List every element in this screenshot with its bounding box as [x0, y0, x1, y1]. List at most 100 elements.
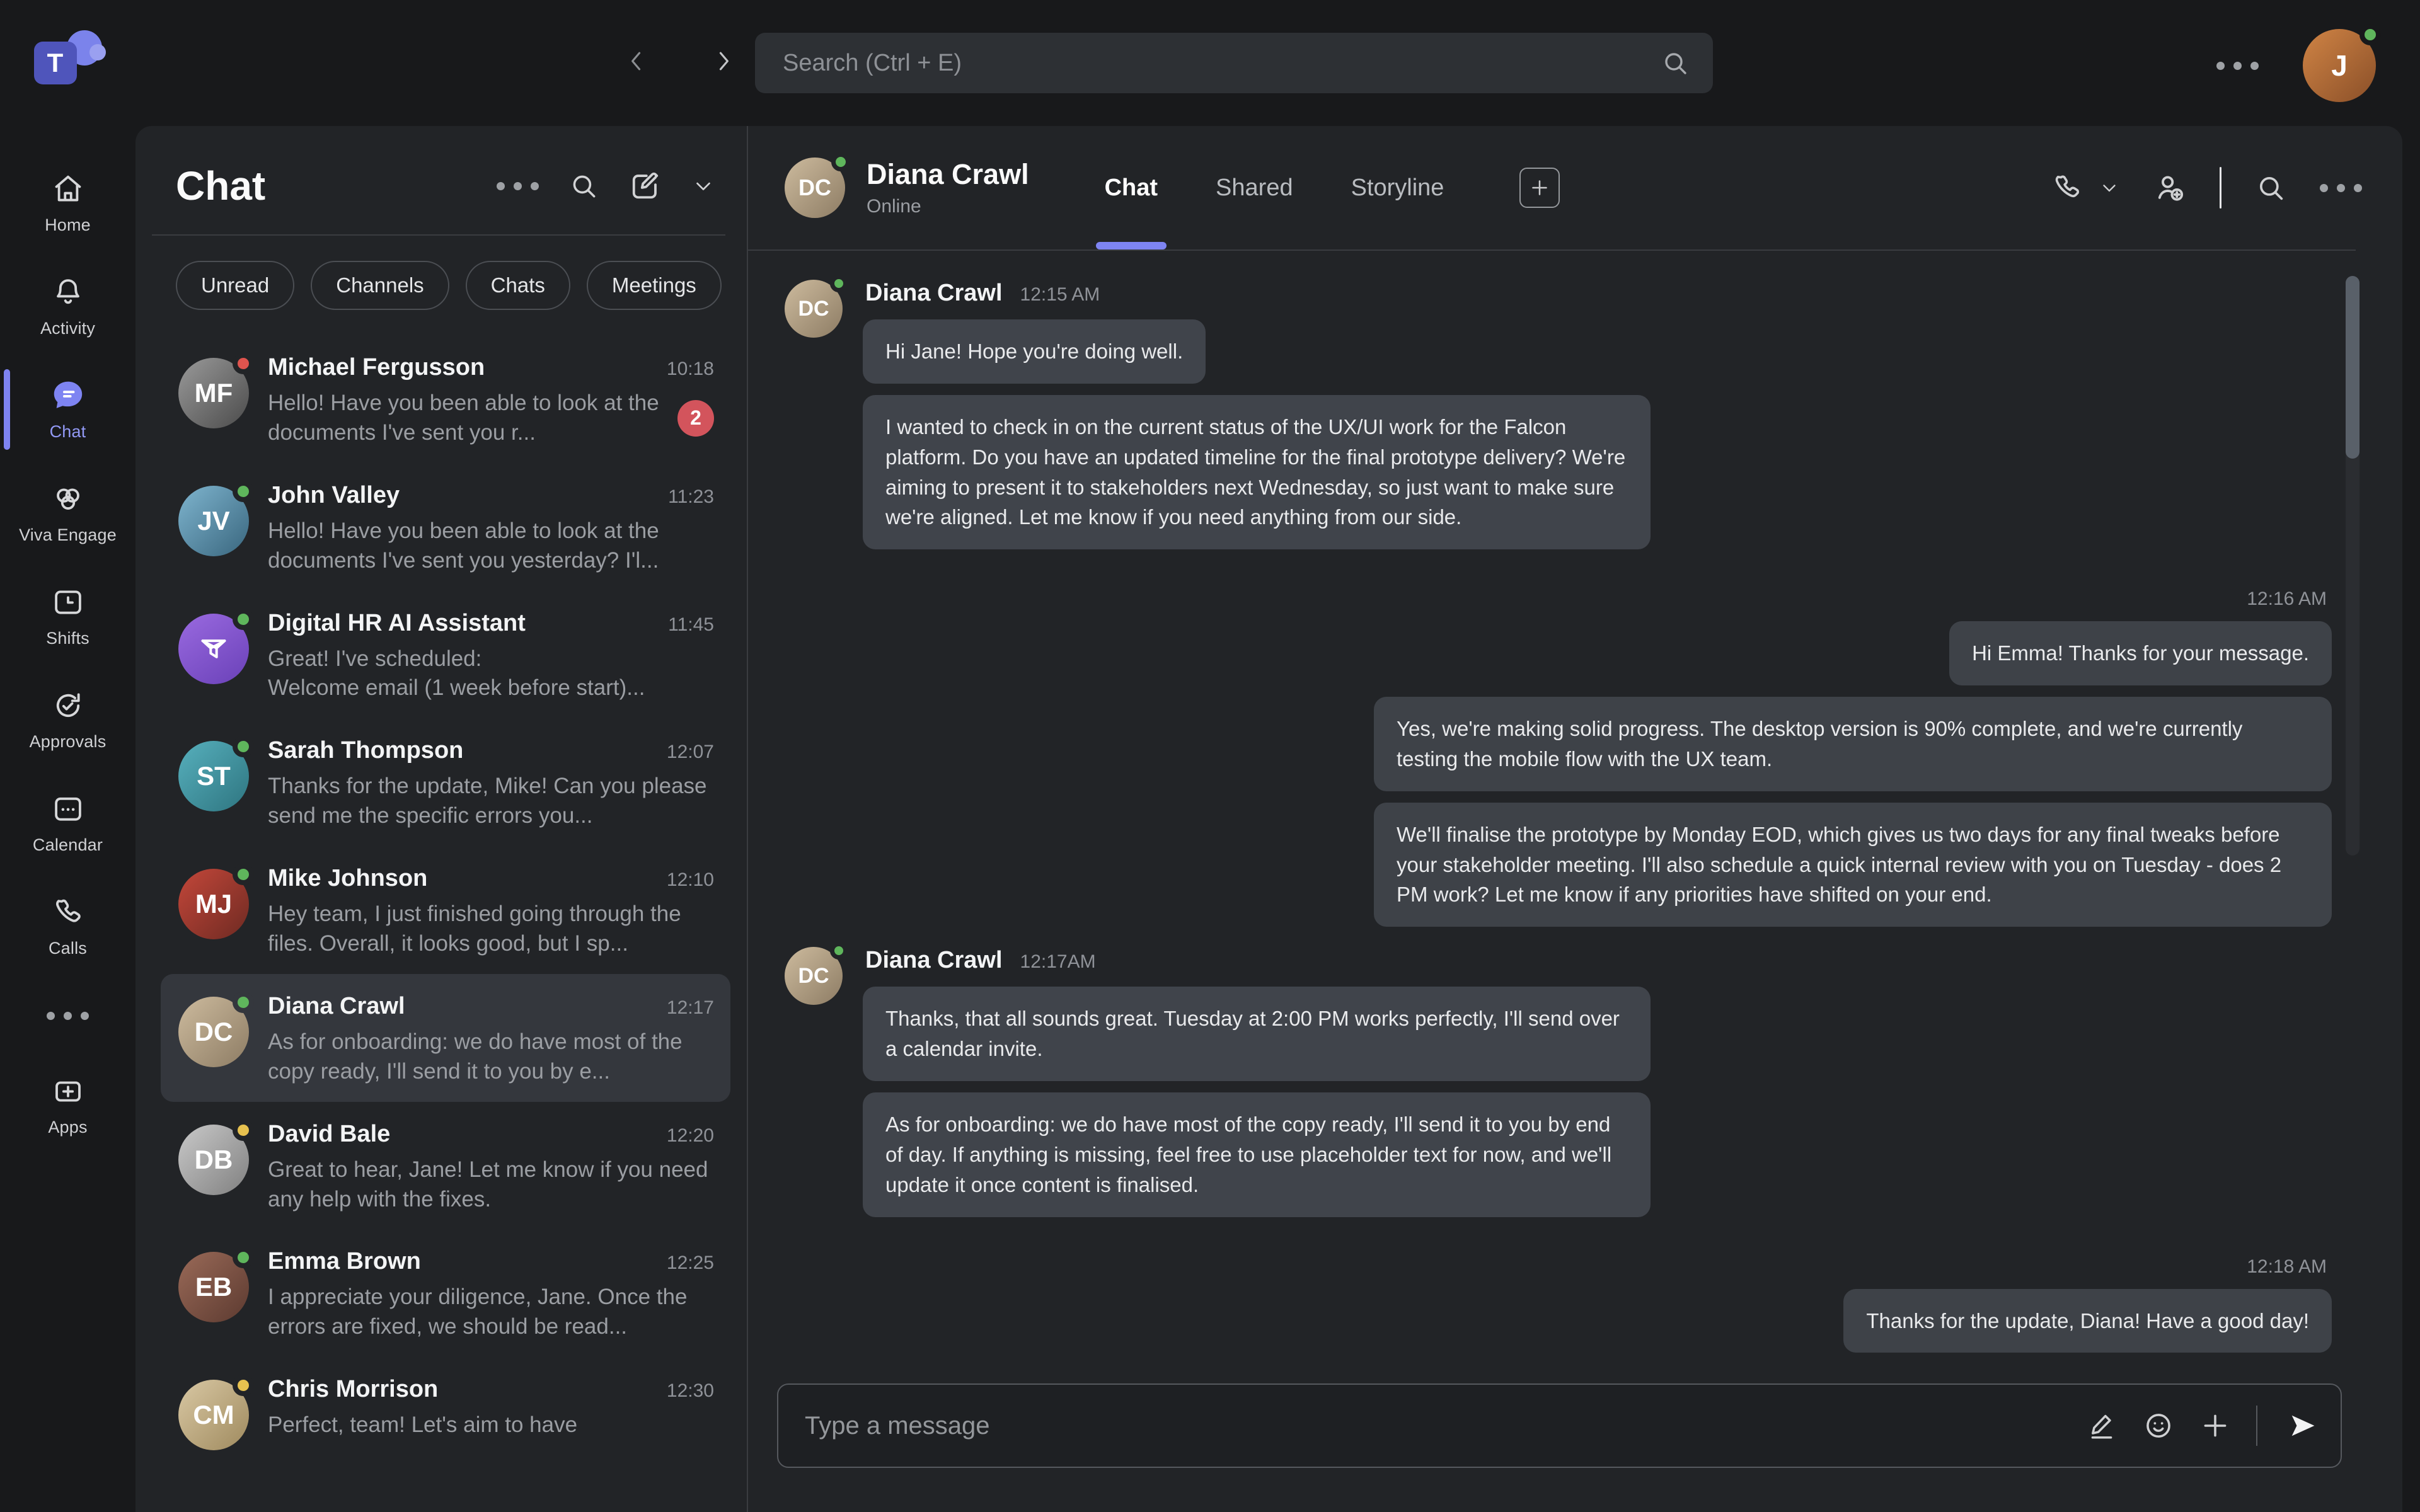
conversation-preview: Thanks for the update, Mike! Can you ple…: [268, 772, 714, 831]
user-initials: J: [2331, 49, 2348, 83]
sidebar-item-label: Shifts: [46, 629, 89, 648]
chevron-down-icon[interactable]: [691, 174, 715, 198]
signature-pen-icon[interactable]: [2086, 1410, 2118, 1441]
chat-search-icon[interactable]: [568, 170, 599, 202]
tab-storyline[interactable]: Storyline: [1351, 126, 1444, 249]
list-item-sarah-thompson[interactable]: ST Sarah Thompson 12:07 Thanks for the u…: [161, 718, 730, 846]
filter-unread[interactable]: Unread: [176, 261, 294, 310]
tab-shared[interactable]: Shared: [1216, 126, 1293, 249]
sidebar-item-home[interactable]: Home: [0, 151, 135, 255]
message-group-incoming: DC Diana Crawl 12:17AM Thanks, that all …: [785, 944, 2332, 1228]
list-item-diana-crawl-selected[interactable]: DC Diana Crawl 12:17 As for onboarding: …: [161, 974, 730, 1102]
user-avatar[interactable]: J: [2303, 29, 2376, 102]
message-input[interactable]: [805, 1412, 2062, 1440]
sidebar-item-label: Chat: [50, 422, 86, 442]
tab-chat[interactable]: Chat: [1105, 126, 1158, 249]
sidebar-item-calls[interactable]: Calls: [0, 874, 135, 978]
avatar: EB: [178, 1252, 249, 1322]
sender-name: Diana Crawl: [865, 280, 1003, 307]
sidebar-item-viva-engage[interactable]: Viva Engage: [0, 461, 135, 564]
sidebar-item-activity[interactable]: Activity: [0, 255, 135, 358]
conversation-preview: Perfect, team! Let's aim to have: [268, 1411, 714, 1440]
topbar-more-menu[interactable]: [2216, 62, 2259, 70]
avatar: DC: [178, 997, 249, 1067]
add-tab-button[interactable]: [1519, 168, 1560, 208]
avatar: JV: [178, 486, 249, 556]
avatar: ST: [178, 741, 249, 811]
conversation-name: Michael Fergusson: [268, 354, 657, 381]
apps-icon: [51, 1074, 85, 1109]
message-bubble[interactable]: Thanks for the update, Diana! Have a goo…: [1843, 1289, 2332, 1353]
search-input[interactable]: [783, 50, 1660, 77]
avatar: MJ: [178, 869, 249, 939]
conversation-search-icon[interactable]: [2254, 171, 2287, 204]
sidebar-item-label: Viva Engage: [19, 525, 117, 545]
conversation-more-menu[interactable]: [2320, 184, 2362, 192]
presence-online: [233, 1247, 254, 1268]
sender-avatar[interactable]: DC: [785, 280, 843, 338]
message-time: 12:15 AM: [1020, 284, 1100, 306]
sidebar-item-label: Approvals: [30, 732, 107, 752]
message-bubble[interactable]: Hi Jane! Hope you're doing well.: [863, 319, 1206, 384]
message-bubble[interactable]: Thanks, that all sounds great. Tuesday a…: [863, 987, 1651, 1081]
message-bubble[interactable]: Yes, we're making solid progress. The de…: [1374, 697, 2332, 791]
chat-filter-menu[interactable]: [497, 182, 539, 190]
add-people-icon[interactable]: [2153, 171, 2187, 205]
global-search[interactable]: [755, 33, 1713, 93]
call-button[interactable]: [2051, 171, 2120, 204]
sidebar-item-apps[interactable]: Apps: [0, 1053, 135, 1157]
presence-busy: [233, 353, 254, 374]
sidebar-item-calendar[interactable]: Calendar: [0, 771, 135, 874]
conversation-preview: Hello! Have you been able to look at the…: [268, 517, 714, 576]
approvals-icon: [51, 688, 85, 723]
emoji-icon[interactable]: [2143, 1410, 2174, 1441]
message-composer[interactable]: [777, 1383, 2342, 1468]
user-presence-online: [2360, 24, 2381, 45]
message-bubble[interactable]: I wanted to check in on the current stat…: [863, 395, 1651, 549]
list-item-chris-morrison[interactable]: CM Chris Morrison 12:30 Perfect, team! L…: [161, 1357, 730, 1465]
bell-icon: [51, 275, 85, 310]
forward-button[interactable]: [701, 39, 746, 83]
conversation-name: Sarah Thompson: [268, 737, 657, 764]
message-bubble[interactable]: Hi Emma! Thanks for your message.: [1949, 621, 2332, 685]
send-icon[interactable]: [2286, 1409, 2319, 1442]
filter-channels[interactable]: Channels: [311, 261, 449, 310]
sender-avatar[interactable]: DC: [785, 947, 843, 1005]
chat-area: DC Diana Crawl Online Chat Shared Storyl…: [748, 126, 2402, 1512]
sidebar-item-shifts[interactable]: Shifts: [0, 564, 135, 668]
list-item-david-bale[interactable]: DB David Bale 12:20 Great to hear, Jane!…: [161, 1102, 730, 1230]
conversation-preview: Hey team, I just finished going through …: [268, 900, 714, 959]
list-item-michael-fergusson[interactable]: MF Michael Fergusson 10:18 Hello! Have y…: [161, 335, 730, 463]
avatar: CM: [178, 1380, 249, 1450]
conversation-header: DC Diana Crawl Online Chat Shared Storyl…: [748, 126, 2402, 249]
new-chat-icon[interactable]: [628, 169, 662, 203]
message-time: 12:18 AM: [2247, 1256, 2327, 1278]
conversation-name: John Valley: [268, 482, 658, 509]
filter-meetings[interactable]: Meetings: [587, 261, 722, 310]
conversation-preview: Great! I've scheduled: Welcome email (1 …: [268, 644, 714, 704]
avatar: DB: [178, 1125, 249, 1195]
sidebar-item-label: Calls: [49, 939, 87, 958]
active-indicator: [4, 369, 10, 450]
conversation-preview: As for onboarding: we do have most of th…: [268, 1028, 714, 1087]
attach-plus-icon[interactable]: [2199, 1410, 2231, 1441]
back-button[interactable]: [614, 39, 659, 83]
sidebar-item-chat[interactable]: Chat: [0, 358, 135, 461]
list-item-digital-hr-ai-assistant[interactable]: Digital HR AI Assistant 11:45 Great! I'v…: [161, 591, 730, 719]
list-item-mike-johnson[interactable]: MJ Mike Johnson 12:10 Hey team, I just f…: [161, 846, 730, 974]
conversation-time: 11:23: [668, 486, 714, 508]
conversation-time: 12:30: [667, 1380, 714, 1402]
filter-chats[interactable]: Chats: [466, 261, 570, 310]
sender-name: Diana Crawl: [865, 947, 1003, 974]
list-item-emma-brown[interactable]: EB Emma Brown 12:25 I appreciate your di…: [161, 1229, 730, 1357]
conversation-avatar[interactable]: DC: [785, 158, 845, 218]
message-bubble[interactable]: As for onboarding: we do have most of th…: [863, 1092, 1651, 1217]
avatar: MF: [178, 358, 249, 428]
scrollbar-thumb[interactable]: [2346, 276, 2360, 459]
message-group-outgoing: 12:18 AM Thanks for the update, Diana! H…: [785, 1256, 2332, 1365]
sidebar-item-more[interactable]: [0, 978, 135, 1053]
message-bubble[interactable]: We'll finalise the prototype by Monday E…: [1374, 803, 2332, 927]
list-item-john-valley[interactable]: JV John Valley 11:23 Hello! Have you bee…: [161, 463, 730, 591]
sidebar-item-approvals[interactable]: Approvals: [0, 668, 135, 771]
bot-avatar: [178, 614, 249, 684]
